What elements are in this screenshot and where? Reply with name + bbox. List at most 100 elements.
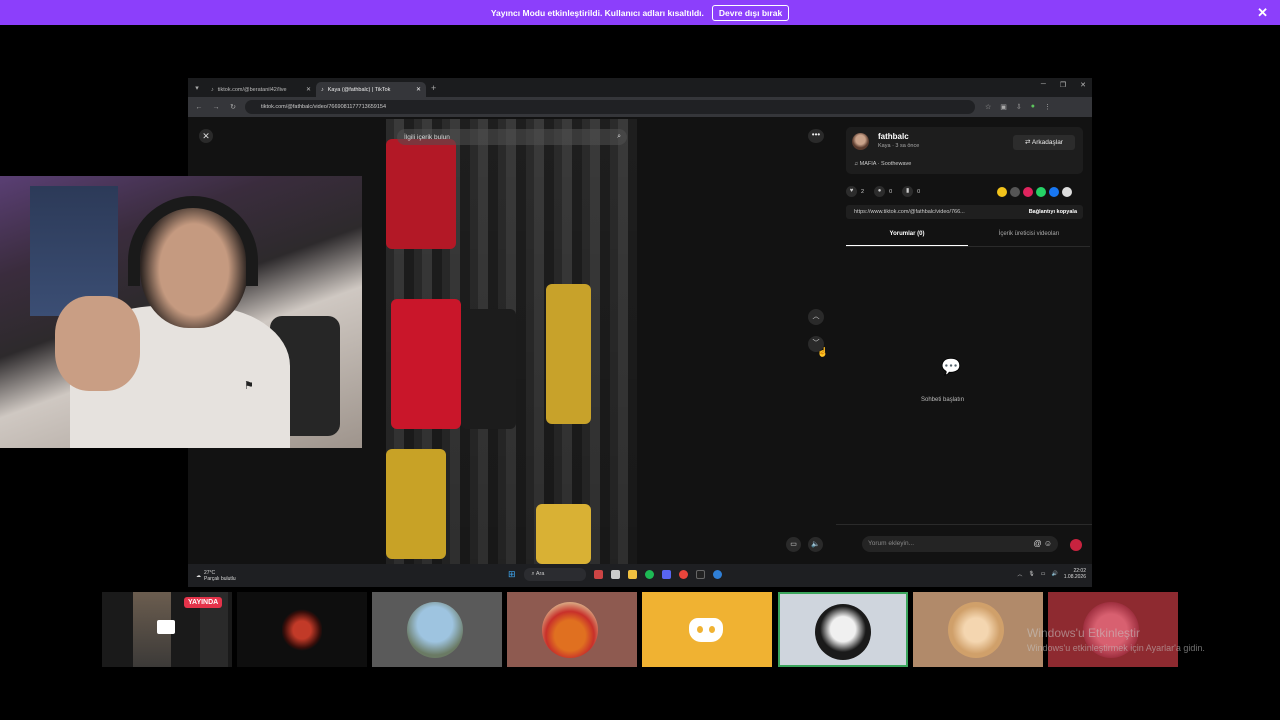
- maximize-icon[interactable]: ❐: [1060, 81, 1066, 89]
- copy-link-button[interactable]: Bağlantıyı kopyala: [1029, 209, 1077, 215]
- share-arrow-icon[interactable]: [1062, 187, 1072, 197]
- author-name[interactable]: fathbalc: [878, 132, 909, 141]
- participant-tile[interactable]: [642, 592, 772, 667]
- search-input[interactable]: İlgili içerik bulun ⌕: [397, 129, 627, 145]
- participant-tile[interactable]: [507, 592, 637, 667]
- monitor-icon: [157, 620, 175, 634]
- reload-icon[interactable]: ↻: [227, 103, 239, 111]
- url-field[interactable]: tiktok.com/@fathbalc/video/7669081177713…: [245, 100, 975, 114]
- side-panel: fathbalc Kaya · 3 sa önce ⇄ Arkadaşlar ♫…: [836, 117, 1092, 564]
- video-link-field[interactable]: https://www.tiktok.com/@fathbalc/video/7…: [846, 205, 1083, 219]
- minimize-icon[interactable]: ─: [1041, 81, 1046, 89]
- mention-emoji-icons[interactable]: @ ☺: [1033, 536, 1052, 552]
- tab-search-icon[interactable]: ▾: [188, 84, 206, 92]
- video-frame: [386, 139, 456, 249]
- save-button[interactable]: ▮ 0: [902, 186, 920, 197]
- window-controls: ─ ❐ ✕: [1041, 81, 1086, 89]
- clock[interactable]: 22:02 1.08.2026: [1064, 568, 1086, 580]
- menu-icon[interactable]: ⋮: [1044, 103, 1051, 111]
- disable-streamer-mode-button[interactable]: Devre dışı bırak: [711, 4, 790, 21]
- tab-live[interactable]: ♪ tiktok.com/@beratanil42/live ✕: [206, 82, 316, 97]
- downloads-icon[interactable]: ⇩: [1016, 103, 1022, 111]
- taskbar-app-icon[interactable]: [610, 570, 620, 579]
- spotify-icon[interactable]: [644, 570, 654, 579]
- stream-tile[interactable]: YAYINDA: [102, 592, 232, 667]
- close-tab-icon[interactable]: ✕: [306, 86, 311, 93]
- avatar[interactable]: [852, 133, 869, 150]
- comment-button[interactable]: ● 0: [874, 186, 892, 197]
- volume-icon[interactable]: 🔈: [808, 537, 823, 552]
- friends-share-icon[interactable]: [1023, 187, 1033, 197]
- windows-activation-subtitle: Windows'u etkinleştirmek için Ayarlar'a …: [1027, 643, 1205, 653]
- taskbar-app-icon[interactable]: [695, 570, 705, 579]
- more-options-icon[interactable]: •••: [808, 129, 824, 143]
- chrome-icon[interactable]: [678, 570, 688, 579]
- participant-tile-speaking[interactable]: [778, 592, 908, 667]
- toolbar-icons: ☆ ▣ ⇩ ● ⋮: [985, 103, 1051, 111]
- participant-tiles: YAYINDA: [102, 592, 1180, 667]
- avatar: [407, 602, 463, 658]
- profile-icon[interactable]: ●: [1031, 103, 1035, 111]
- back-icon[interactable]: ←: [193, 104, 205, 111]
- microphone-icon[interactable]: 🎙: [1028, 571, 1034, 577]
- close-icon[interactable]: ✕: [1257, 5, 1268, 21]
- comment-input[interactable]: Yorum ekleyin... @ ☺: [862, 536, 1058, 552]
- friends-button[interactable]: ⇄ Arkadaşlar: [1013, 135, 1075, 150]
- participant-tile[interactable]: [913, 592, 1043, 667]
- previous-video-icon[interactable]: ︿: [808, 309, 824, 325]
- whatsapp-icon[interactable]: [1036, 187, 1046, 197]
- floating-player-icon[interactable]: ▭: [786, 537, 801, 552]
- empty-comments-text: Sohbeti başlatın: [921, 397, 965, 403]
- video-player[interactable]: [386, 119, 637, 564]
- forward-icon[interactable]: →: [210, 104, 222, 111]
- avatar: [542, 602, 598, 658]
- close-video-icon[interactable]: ✕: [199, 129, 213, 143]
- taskbar-search[interactable]: ⌕ Ara: [523, 568, 586, 581]
- engagement-stats: ♥ 2 ● 0 ▮ 0: [846, 186, 920, 197]
- avatar: [815, 604, 871, 660]
- video-frame: [536, 504, 591, 564]
- new-tab-icon[interactable]: +: [431, 83, 436, 93]
- video-frame: [461, 309, 516, 429]
- discord-taskbar-icon[interactable]: [661, 570, 671, 579]
- taskbar-app-icon[interactable]: [593, 570, 603, 579]
- webcam-person-hands: [55, 296, 140, 391]
- author-subtitle: Kaya · 3 sa önce: [878, 143, 920, 149]
- chevron-up-icon[interactable]: ︿: [1017, 571, 1022, 578]
- windows-start-icon[interactable]: ⊞: [508, 569, 516, 580]
- tab-video[interactable]: ♪ Kaya (@fathbalc) | TikTok ✕: [316, 82, 426, 97]
- comment-icon: ●: [874, 186, 886, 197]
- friends-label: Arkadaşlar: [1031, 139, 1063, 146]
- bookmark-star-icon[interactable]: ☆: [985, 103, 991, 111]
- file-explorer-icon[interactable]: [627, 570, 637, 579]
- heart-icon: ♥: [846, 186, 857, 197]
- like-count: 2: [861, 188, 865, 195]
- video-frame: [391, 299, 461, 429]
- search-icon[interactable]: ⌕: [617, 133, 621, 141]
- close-tab-icon[interactable]: ✕: [416, 86, 421, 93]
- participant-tile[interactable]: [372, 592, 502, 667]
- repost-icon[interactable]: [997, 187, 1007, 197]
- display-icon[interactable]: ▭: [1041, 571, 1046, 577]
- streamer-mode-banner: Yayıncı Modu etkinleştirildi. Kullanıcı …: [0, 0, 1280, 25]
- music-info[interactable]: ♫ MAFIA · Soothewave: [854, 161, 911, 167]
- embed-icon[interactable]: [1010, 187, 1020, 197]
- facebook-icon[interactable]: [1049, 187, 1059, 197]
- send-icon[interactable]: [1070, 539, 1082, 551]
- tab-comments[interactable]: Yorumlar (0): [846, 231, 968, 246]
- tab-creator-videos[interactable]: İçerik üreticisi videoları: [968, 231, 1090, 246]
- participant-tile[interactable]: [237, 592, 367, 667]
- tab-label: Kaya (@fathbalc) | TikTok: [327, 86, 391, 93]
- close-window-icon[interactable]: ✕: [1080, 81, 1086, 89]
- system-tray: ︿ 🎙 ▭ 🔊 22:02 1.08.2026: [1017, 568, 1086, 580]
- speaker-icon[interactable]: 🔊: [1052, 571, 1058, 577]
- weather-widget[interactable]: ☁ 27°C Parçalı bulutlu: [196, 570, 236, 582]
- shirt-logo-icon: ⚑: [244, 380, 254, 392]
- save-count: 0: [917, 188, 921, 195]
- video-frame: [546, 284, 591, 424]
- taskbar-app-icon[interactable]: [712, 570, 722, 579]
- tab-label: tiktok.com/@beratanil42/live: [217, 86, 287, 93]
- like-button[interactable]: ♥ 2: [846, 186, 864, 197]
- extensions-icon[interactable]: ▣: [1000, 103, 1007, 111]
- author-card: fathbalc Kaya · 3 sa önce ⇄ Arkadaşlar ♫…: [846, 127, 1083, 174]
